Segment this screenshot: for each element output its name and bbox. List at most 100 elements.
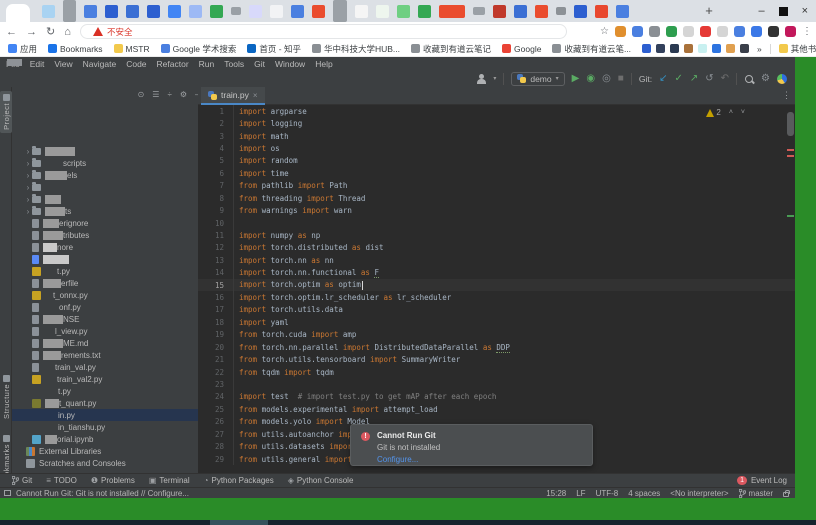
browser-tab-favicon[interactable] — [493, 5, 506, 18]
coverage-button[interactable]: ◎ — [602, 74, 611, 84]
tree-item-erfile[interactable]: erfile — [12, 277, 210, 289]
tree-item-ts[interactable]: ›ts — [12, 205, 210, 217]
tree-item-onf-py[interactable]: onf.py — [12, 301, 210, 313]
reload-icon[interactable]: ↻ — [46, 25, 55, 38]
extension-icon[interactable] — [785, 26, 796, 37]
tree-item-nore[interactable]: nore — [12, 241, 210, 253]
tool-button-structure[interactable]: Structure — [0, 375, 12, 419]
browser-tab-favicon[interactable] — [397, 5, 410, 18]
browser-tab-favicon[interactable] — [291, 5, 304, 18]
browser-tab-favicon[interactable] — [270, 5, 283, 18]
tree-item[interactable] — [12, 253, 210, 265]
tree-item-l-view-py[interactable]: l_view.py — [12, 325, 210, 337]
code-line-14[interactable]: 14import torch.nn.functional as F — [198, 266, 795, 278]
code-line-2[interactable]: 2import logging — [198, 117, 795, 129]
debug-button[interactable]: ◉ — [586, 74, 595, 84]
tree-item-rements-txt[interactable]: rements.txt — [12, 349, 210, 361]
browser-menu-icon[interactable]: ⋮ — [802, 26, 812, 37]
code-line-5[interactable]: 5import random — [198, 155, 795, 167]
code-line-1[interactable]: 1import argparse — [198, 105, 795, 117]
tree-item-tributes[interactable]: tributes — [12, 229, 210, 241]
configure-link[interactable]: Configure... — [377, 455, 418, 464]
code-line-9[interactable]: 9from warnings import warn — [198, 204, 795, 216]
tree-item-els[interactable]: ›els — [12, 169, 210, 181]
code-line-22[interactable]: 22from tqdm import tqdm — [198, 366, 795, 378]
code-line-11[interactable]: 11import numpy as np — [198, 229, 795, 241]
status-item[interactable]: <No interpreter> — [670, 489, 728, 498]
bookmark-favicon[interactable] — [670, 44, 679, 53]
extension-icon[interactable] — [683, 26, 694, 37]
notification-popup[interactable]: ! Cannot Run Git Git is not installed Co… — [350, 424, 593, 466]
status-item[interactable]: 4 spaces — [628, 489, 660, 498]
tree-item[interactable]: › — [12, 145, 210, 157]
menu-item-navigate[interactable]: Navigate — [83, 59, 117, 69]
code-line-23[interactable]: 23 — [198, 378, 795, 390]
browser-tab-favicon[interactable] — [210, 5, 223, 18]
new-tab-button[interactable]: + — [700, 2, 718, 20]
project-panel-header-icons[interactable]: ⊙☰÷⚙— — [138, 90, 203, 99]
tree-item-in-py[interactable]: in.py — [12, 409, 210, 421]
tree-item-in-tianshu-py[interactable]: in_tianshu.py — [12, 421, 210, 433]
chevron-right-icon[interactable]: › — [24, 207, 32, 216]
tree-item-erignore[interactable]: erignore — [12, 217, 210, 229]
bookmark-item[interactable]: 应用 — [8, 43, 37, 55]
event-log-button[interactable]: 1 Event Log — [737, 473, 787, 487]
tool-window-button-python-packages[interactable]: ◔Python Packages — [204, 476, 274, 485]
bookmark-star-icon[interactable]: ☆ — [600, 26, 609, 37]
url-field[interactable]: 不安全 — [80, 24, 567, 39]
browser-tab-favicon[interactable] — [231, 7, 241, 15]
tree-item-train-val2-py[interactable]: train_val2.py — [12, 373, 210, 385]
error-stripe-mark[interactable] — [787, 155, 794, 157]
browser-tab-favicon[interactable] — [376, 5, 389, 18]
extension-icon[interactable] — [649, 26, 660, 37]
tree-item-scripts[interactable]: ›scripts — [12, 157, 210, 169]
lock-icon[interactable] — [783, 492, 789, 497]
chevron-down-icon[interactable]: ▾ — [493, 75, 496, 82]
status-item[interactable]: 15:28 — [546, 489, 566, 498]
bookmark-item[interactable]: MSTR — [114, 44, 150, 54]
error-stripe-mark[interactable] — [787, 149, 794, 151]
collapse-all-icon[interactable]: ☰ — [152, 90, 159, 99]
tab-close-icon[interactable]: × — [253, 91, 258, 100]
bookmark-item[interactable]: 首页 - 知乎 — [247, 43, 301, 55]
extension-icon[interactable] — [615, 26, 626, 37]
tool-window-button-git[interactable]: Git — [12, 476, 32, 485]
editor-scrollbar[interactable] — [787, 112, 794, 136]
desktop-taskbar[interactable] — [0, 520, 816, 525]
code-line-16[interactable]: 16import torch.optim.lr_scheduler as lr_… — [198, 291, 795, 303]
extension-icon[interactable] — [717, 26, 728, 37]
code-line-18[interactable]: 18import yaml — [198, 316, 795, 328]
bookmark-favicon[interactable] — [684, 44, 693, 53]
maximize-button[interactable] — [779, 7, 788, 16]
code-line-3[interactable]: 3import math — [198, 130, 795, 142]
status-message[interactable]: Cannot Run Git: Git is not installed // … — [16, 489, 189, 498]
extension-icon[interactable] — [768, 26, 779, 37]
menu-item-window[interactable]: Window — [275, 59, 305, 69]
bookmark-favicon[interactable] — [726, 44, 735, 53]
chevron-right-icon[interactable]: › — [24, 147, 32, 156]
run-button[interactable]: ▶ — [572, 74, 580, 84]
minimize-button[interactable]: – — [758, 5, 764, 17]
tree-item-t-onnx-py[interactable]: t_onnx.py — [12, 289, 210, 301]
browser-tab-favicon[interactable] — [42, 5, 55, 18]
bookmark-favicon[interactable] — [712, 44, 721, 53]
tree-item-orial-ipynb[interactable]: orial.ipynb — [12, 433, 210, 445]
bookmark-item[interactable]: 收藏到有道云笔记 — [411, 43, 491, 55]
browser-tab-favicon[interactable] — [574, 5, 587, 18]
menu-item-help[interactable]: Help — [315, 59, 332, 69]
stop-button[interactable]: ■ — [618, 74, 624, 84]
chevron-right-icon[interactable]: › — [24, 183, 32, 192]
other-bookmarks-folder[interactable]: 其他书签 — [779, 43, 816, 55]
user-avatar-icon[interactable] — [476, 74, 486, 84]
tree-item-NSE[interactable]: NSE — [12, 313, 210, 325]
status-item[interactable]: UTF-8 — [596, 489, 619, 498]
code-line-25[interactable]: 25from models.experimental import attemp… — [198, 403, 795, 415]
browser-tab-favicon[interactable] — [333, 0, 347, 22]
browser-tab-favicon[interactable] — [556, 7, 566, 15]
menu-item-code[interactable]: Code — [126, 59, 146, 69]
menu-item-git[interactable]: Git — [254, 59, 265, 69]
close-button[interactable]: × — [802, 5, 808, 17]
editor-tab-train-py[interactable]: train.py × — [201, 87, 265, 105]
menu-item-view[interactable]: View — [54, 59, 72, 69]
code-line-20[interactable]: 20from torch.nn.parallel import Distribu… — [198, 341, 795, 353]
